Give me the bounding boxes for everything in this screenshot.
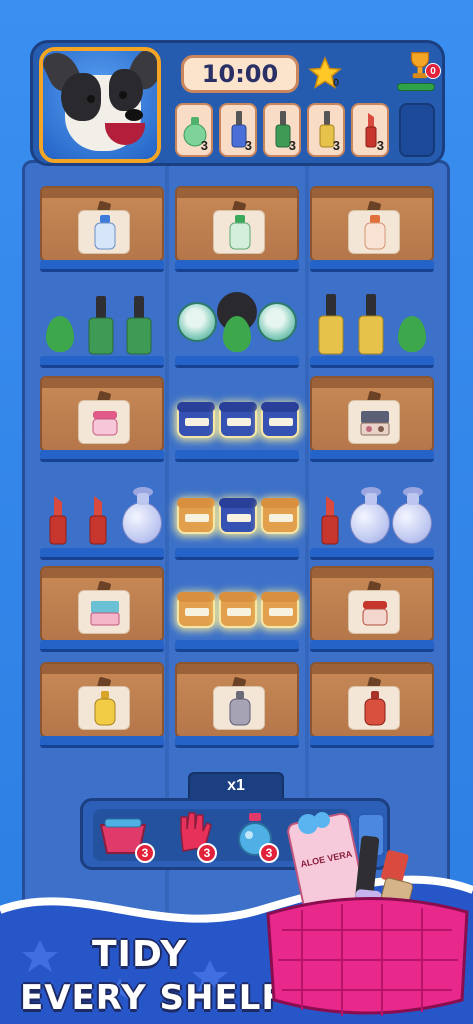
green-nail-polish[interactable]: [86, 296, 116, 361]
green-sponge[interactable]: [223, 316, 251, 352]
red-lipstick[interactable]: [48, 494, 68, 551]
orange-jar[interactable]: [177, 498, 215, 534]
teal-compact[interactable]: [177, 302, 217, 342]
goal-slot-yellow-polish: 3: [307, 103, 345, 157]
goal-slot-lipstick: 3: [351, 103, 389, 157]
hud-panel: 10:00 0 0 3 3 3 3 3: [30, 40, 445, 166]
shelf-crate[interactable]: [310, 566, 434, 652]
shelf-open[interactable]: [175, 282, 299, 368]
red-lipstick[interactable]: [320, 494, 340, 551]
orange-jar[interactable]: [177, 592, 215, 628]
orange-jar[interactable]: [261, 498, 299, 534]
shelf-crate[interactable]: [40, 662, 164, 748]
progress-bar: [397, 83, 435, 91]
timer: 10:00: [181, 55, 299, 93]
star-count: 0: [333, 77, 340, 89]
shelf-crate[interactable]: [40, 376, 164, 462]
teal-compact[interactable]: [257, 302, 297, 342]
booster-count-badge: 3: [197, 843, 217, 863]
goal-slot-green-polish: 3: [263, 103, 301, 157]
green-sponge[interactable]: [398, 316, 426, 352]
shelf-crate[interactable]: [310, 186, 434, 272]
blue-jar[interactable]: [219, 402, 257, 438]
orange-jar[interactable]: [219, 592, 257, 628]
blue-jar[interactable]: [261, 402, 299, 438]
shelf-open[interactable]: [175, 566, 299, 652]
green-sponge[interactable]: [46, 316, 74, 352]
shelf-open[interactable]: [40, 282, 164, 368]
shelf-open[interactable]: [40, 474, 164, 560]
lavender-perfume[interactable]: [350, 487, 390, 544]
multiplier-label: x1: [188, 772, 284, 800]
promo-title-line1: TIDY: [92, 934, 188, 975]
orange-jar[interactable]: [261, 592, 299, 628]
goal-slot-perfume: 3: [175, 103, 213, 157]
lavender-perfume[interactable]: [122, 487, 162, 544]
promo-title-line2: EVERY SHELF: [20, 978, 286, 1018]
shelf-open[interactable]: [175, 376, 299, 462]
lavender-perfume[interactable]: [392, 487, 432, 544]
cosmetic-bag-illustration: ALOE VERA: [262, 800, 473, 1024]
shelf-crate[interactable]: [175, 662, 299, 748]
shelf-crate[interactable]: [40, 566, 164, 652]
shelf-open[interactable]: [310, 474, 434, 560]
goal-slot-blue-polish: 3: [219, 103, 257, 157]
blue-jar[interactable]: [219, 498, 257, 534]
shelf-open[interactable]: [310, 282, 434, 368]
dog-avatar[interactable]: [39, 47, 161, 163]
red-lipstick[interactable]: [88, 494, 108, 551]
shelf-crate[interactable]: [175, 186, 299, 272]
yellow-nail-polish[interactable]: [356, 294, 386, 361]
shelf-open[interactable]: [175, 474, 299, 560]
shelf-crate[interactable]: [310, 376, 434, 462]
shelf-crate[interactable]: [40, 186, 164, 272]
shelf-crate[interactable]: [310, 662, 434, 748]
yellow-nail-polish[interactable]: [316, 294, 346, 361]
trophy-badge: 0: [425, 63, 441, 79]
booster-count-badge: 3: [135, 843, 155, 863]
green-nail-polish[interactable]: [124, 296, 154, 361]
blue-jar[interactable]: [177, 402, 215, 438]
goal-slot-empty: [399, 103, 435, 157]
